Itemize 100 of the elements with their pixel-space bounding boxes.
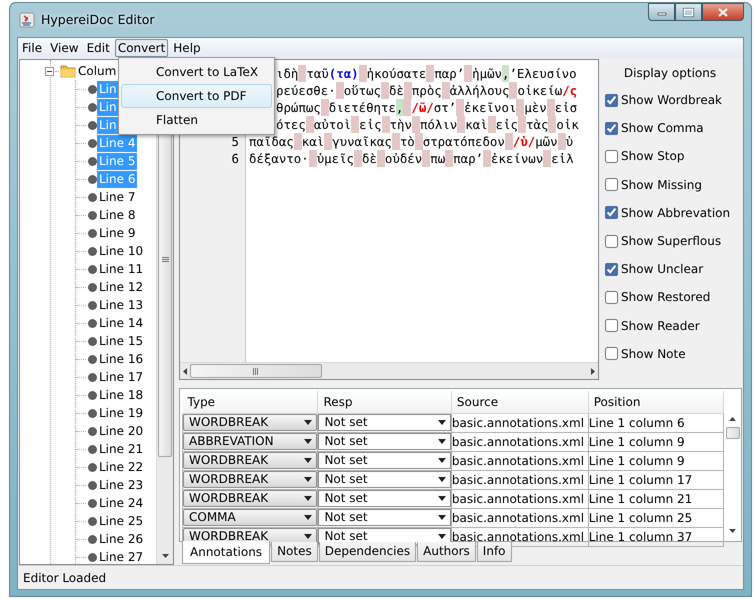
greek-word: ὑ [566, 133, 574, 150]
tree-item[interactable]: Line 15 [97, 332, 146, 350]
tree-item[interactable]: Line 25 [97, 512, 146, 530]
type-dropdown[interactable]: WORDBREAK [183, 452, 318, 469]
type-dropdown[interactable]: WORDBREAK [183, 490, 318, 507]
tree-item[interactable]: Line 7 [97, 188, 138, 206]
tree-item[interactable]: Line 13 [97, 296, 146, 314]
tree-item[interactable]: Line 9 [97, 224, 138, 242]
greek-word: καὶ [465, 116, 488, 133]
wordbreak-mark [298, 65, 306, 82]
checkbox[interactable] [605, 94, 618, 107]
table-cell: basic.annotations.xml [452, 434, 584, 448]
collapse-icon[interactable] [45, 66, 54, 76]
bullet-icon [88, 174, 97, 184]
wordbreak-mark [422, 150, 430, 167]
tree-item[interactable]: Line 19 [97, 404, 146, 422]
tab[interactable]: Notes [271, 542, 318, 562]
tab[interactable]: Info [476, 542, 512, 562]
scroll-up-icon[interactable] [729, 417, 736, 421]
menu-item[interactable]: File [19, 39, 46, 57]
tree-item[interactable]: Line 18 [97, 386, 146, 404]
menu-item[interactable]: Edit [84, 39, 113, 57]
checkbox[interactable] [605, 290, 618, 304]
tree-item[interactable]: Line 11 [97, 260, 146, 278]
tree-item[interactable]: Line 27 [97, 548, 146, 564]
checkbox[interactable] [605, 178, 618, 192]
menu-item[interactable]: View [47, 39, 82, 57]
tree-item[interactable]: Line 17 [97, 368, 146, 386]
tree-item[interactable]: Line 12 [97, 278, 146, 296]
scroll-down-icon[interactable] [162, 554, 168, 558]
checkbox[interactable] [605, 234, 618, 248]
checkbox[interactable] [605, 206, 618, 220]
tree-item[interactable]: Line 26 [97, 530, 146, 548]
menu-item[interactable]: Convert [114, 39, 168, 57]
table-cell: Line 1 column 17 [588, 472, 692, 486]
wordbreak-mark [404, 82, 412, 99]
menu-option[interactable]: Convert to LaTeX [121, 60, 272, 84]
scrollbar-thumb[interactable] [726, 427, 740, 439]
menu-option[interactable]: Flatten [121, 108, 272, 132]
greek-word: ’Ελευσίνο [509, 65, 577, 82]
type-dropdown[interactable]: ABBREVATION [183, 433, 318, 450]
window-title: HypereiDoc Editor [41, 10, 155, 29]
tab[interactable]: Annotations [182, 541, 270, 564]
greek-word: θρώπως [276, 99, 321, 116]
wordbreak-mark [504, 133, 513, 150]
tab[interactable]: Authors [417, 542, 476, 562]
wordbreak-mark [509, 82, 518, 99]
tree-item[interactable]: Colum [76, 62, 118, 80]
type-dropdown[interactable]: WORDBREAK [183, 414, 318, 431]
tree-item[interactable]: Line 20 [97, 422, 146, 440]
greek-word: ἡμῶν [472, 65, 502, 82]
greek-word: τὰς [526, 116, 548, 133]
table-cell: Line 1 column 21 [588, 492, 692, 506]
type-dropdown[interactable]: WORDBREAK [183, 471, 318, 488]
scroll-down-icon[interactable] [729, 529, 736, 533]
column-header[interactable]: Type [182, 391, 318, 413]
resp-dropdown[interactable]: Not set [318, 471, 451, 488]
menu-item[interactable]: Help [170, 39, 204, 57]
wordbreak-mark [294, 133, 302, 150]
tree-item[interactable]: Line 22 [97, 458, 146, 476]
tree-item[interactable]: Line 16 [97, 350, 146, 368]
greek-word: ἐκείνων [491, 150, 544, 167]
scroll-right-icon[interactable] [591, 368, 595, 374]
scrollbar-thumb[interactable] [190, 364, 322, 378]
resp-dropdown[interactable]: Not set [318, 414, 451, 431]
column-header[interactable]: Source [451, 391, 588, 413]
unclear-text: /ὑ/ [512, 133, 536, 150]
table-cell: basic.annotations.xml [452, 416, 584, 430]
maximize-button[interactable] [675, 3, 702, 21]
greek-word: στρατόπεδον [422, 133, 505, 150]
tree-item[interactable]: Line 10 [97, 242, 146, 260]
greek-word: παρ’ [453, 150, 483, 167]
resp-dropdown[interactable]: Not set [318, 452, 451, 469]
resp-dropdown[interactable]: Not set [318, 490, 451, 507]
close-button[interactable] [702, 3, 744, 21]
table-cell: Line 1 column 6 [588, 416, 685, 430]
bullet-icon [88, 192, 97, 202]
type-dropdown[interactable]: COMMA [183, 509, 318, 526]
column-header[interactable]: Position [588, 391, 724, 413]
column-header[interactable]: Resp [318, 391, 452, 413]
tab[interactable]: Dependencies [318, 542, 416, 562]
checkbox[interactable] [605, 319, 618, 332]
tree-item[interactable]: Line 23 [97, 476, 146, 494]
tree-item[interactable]: Line 21 [97, 440, 146, 458]
menu-option[interactable]: Convert to PDF [121, 84, 272, 108]
greek-word: πόλιν [420, 116, 458, 133]
tree-item[interactable]: Line 24 [97, 494, 146, 512]
tree-item[interactable]: Line 8 [97, 206, 138, 224]
checkbox[interactable] [605, 122, 618, 135]
minimize-button[interactable] [648, 3, 675, 21]
resp-dropdown[interactable]: Not set [318, 509, 451, 526]
greek-word: δὲ [362, 150, 377, 167]
checkbox[interactable] [605, 262, 618, 276]
resp-dropdown[interactable]: Not set [318, 433, 451, 450]
checkbox[interactable] [605, 347, 618, 360]
wordbreak-mark [426, 65, 434, 82]
greek-word: εἰσ [554, 99, 578, 116]
checkbox[interactable] [605, 150, 618, 163]
scroll-left-icon[interactable] [183, 368, 187, 374]
tree-item[interactable]: Line 14 [97, 314, 146, 332]
